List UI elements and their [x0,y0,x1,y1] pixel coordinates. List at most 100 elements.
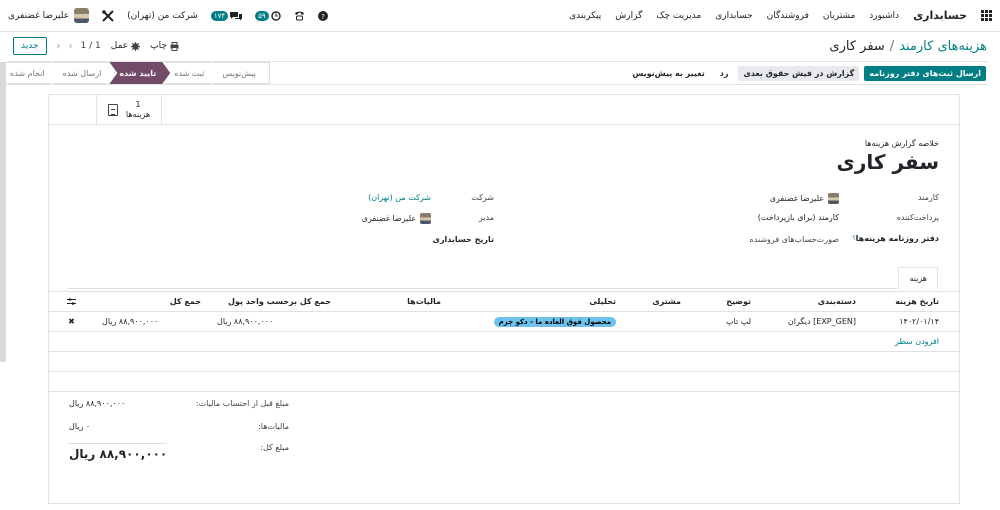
column-settings-icon[interactable] [49,291,94,312]
manager-name: علیرضا غضنفری [361,214,416,223]
grand-total-value: ۸۸,۹۰۰,۰۰۰ ریال [69,443,168,461]
cell-customer[interactable] [624,311,689,332]
menu-accounting[interactable]: حسابداری [715,11,752,21]
company-name: شرکت من (تهران) [368,193,431,202]
action-label: عمل [110,41,129,51]
company-value[interactable]: شرکت من (تهران) [368,193,431,202]
user-menu[interactable]: علیرضا غضنفری [8,8,90,23]
user-avatar [74,8,90,23]
manager-value[interactable]: علیرضا غضنفری [362,213,431,224]
activity-indicator[interactable]: ۵۹ [255,10,281,21]
col-analytic[interactable]: تحلیلی [449,291,624,312]
menu-configuration[interactable]: پیکربندی [569,11,601,21]
messaging-indicator[interactable]: ۱۷۴ [210,10,243,21]
expenses-stat: 1 هزینه‌ها [126,100,150,120]
col-description[interactable]: توضیح [689,291,759,312]
clock-icon [270,10,281,21]
stage-posted[interactable]: ارسال شده [53,62,116,84]
company-field: شرکت [471,193,494,202]
stage-draft[interactable]: پیش‌نویس [212,62,270,84]
col-date[interactable]: تاریخ هزینه [864,291,959,312]
control-panel: هزینه‌های کارمند / سفر کاری چاپ عمل 1 / … [0,32,1000,60]
employee-value[interactable]: علیرضا غضنفری [770,193,839,204]
payer-label: پرداخت‌کننده [896,213,939,222]
title-area: خلاصه گزارش هزینه‌ها سفر کاری [837,139,939,174]
pager-prev-icon[interactable]: ‹ [57,41,61,52]
expenses-label: هزینه‌ها [125,110,151,119]
cell-description[interactable]: لپ تاپ [689,311,759,332]
print-button[interactable]: چاپ [150,41,179,51]
cell-analytic[interactable]: محصول فوق العاده ما - دکو چرم [449,311,624,332]
phone-icon[interactable] [294,10,305,22]
stage-submitted[interactable]: ثبت شده [164,62,218,84]
systray: ? ۵۹ ۱۷۴ شرکت من (تهران) علیرضا غضنفری [8,8,328,23]
status-stages: پیش‌نویس ثبت شده تایید شده ارسال شده انج… [8,62,270,84]
reset-to-draft-button[interactable]: تغییر به پیش‌نویس [627,66,709,81]
untaxed-row: مبلغ قبل از احتساب مالیات: ۸۸,۹۰۰,۰۰۰ ری… [69,399,289,408]
table-header-row: تاریخ هزینه دسته‌بندی توضیح مشتری تحلیلی… [49,291,959,312]
taxes-row: مالیات‌ها: ۰ ریال [69,422,289,431]
col-taxes[interactable]: مالیات‌ها [339,291,449,312]
form-statusbar: ارسال ثبت‌های دفتر روزنامه گزارش در فیش … [8,61,988,85]
col-total-currency[interactable]: جمع کل برحسب واحد پول [209,291,339,312]
journal-field: دفتر روزنامه هزینه‌ها ؟ [852,234,939,243]
chat-icon [230,11,243,20]
action-button[interactable]: عمل [110,41,141,51]
menu-check-management[interactable]: مدیریت چک [656,11,701,21]
cell-total-currency[interactable]: ۸۸,۹۰۰,۰۰۰ ریال [209,311,339,332]
svg-text:?: ? [321,13,325,21]
company-switcher[interactable]: شرکت من (تهران) [127,11,198,21]
expenses-count: 1 [135,100,141,109]
manager-field: مدیر [479,213,494,222]
employee-field: کارمند [918,193,939,202]
payer-value[interactable]: کارمند (برای بازپرداخت) [758,213,839,222]
page-scrollbar[interactable] [0,62,6,362]
header-buttons: ارسال ثبت‌های دفتر روزنامه گزارش در فیش … [627,65,988,81]
app-brand[interactable]: حسابداری [913,9,967,22]
employee-name: علیرضا غضنفری [769,194,824,203]
col-customer[interactable]: مشتری [624,291,689,312]
gear-icon [131,41,141,51]
user-name: علیرضا غضنفری [8,10,70,21]
form-title[interactable]: سفر کاری [837,150,939,174]
accounting-date-field: تاریخ حسابداری [433,235,494,244]
menu-customers[interactable]: مشتریان [823,11,855,21]
table-row[interactable]: ۱۴۰۲/۰۱/۱۴ [EXP_GEN] دیگران لپ تاپ محصول… [49,311,959,332]
post-journal-entries-button[interactable]: ارسال ثبت‌های دفتر روزنامه [864,65,986,81]
refuse-button[interactable]: رد [715,66,734,81]
col-category[interactable]: دسته‌بندی [759,291,864,312]
pager-value[interactable]: 1 / 1 [81,41,101,51]
cell-taxes[interactable] [339,311,449,332]
tools-icon[interactable] [102,9,114,22]
expenses-smart-button[interactable]: 1 هزینه‌ها [96,95,162,125]
stage-done[interactable]: انجام شده [2,62,59,84]
add-line-link[interactable]: افزودن سطر [895,337,939,346]
report-in-payslip-button[interactable]: گزارش در فیش حقوق بعدی [738,65,860,81]
stage-approved[interactable]: تایید شده [109,62,170,84]
menu-reporting[interactable]: گزارش [615,11,642,21]
activity-badge: ۵۹ [255,10,269,21]
cell-category[interactable]: [EXP_GEN] دیگران [759,311,864,332]
cell-date[interactable]: ۱۴۰۲/۰۱/۱۴ [864,311,959,332]
menu-vendors[interactable]: فروشندگان [767,11,809,21]
tab-expense[interactable]: هزینه [898,267,938,289]
new-button[interactable]: جدید [13,37,47,55]
messages-badge: ۱۷۴ [210,10,229,21]
help-icon[interactable]: ? [317,10,328,21]
pager-next-icon[interactable]: › [69,41,73,52]
pager: 1 / 1 › ‹ [57,41,101,52]
top-navbar: حسابداری داشبورد مشتریان فروشندگان حسابد… [0,0,1000,32]
apps-grid-icon[interactable] [981,10,992,21]
cell-total[interactable]: ۸۸,۹۰۰,۰۰۰ ریال [94,311,209,332]
grand-total-row: مبلغ کل: ۸۸,۹۰۰,۰۰۰ ریال [69,443,289,461]
add-line-row: افزودن سطر [49,331,959,352]
breadcrumb-parent[interactable]: هزینه‌های کارمند [899,39,987,54]
empty-row [49,371,959,392]
control-actions: چاپ عمل 1 / 1 › ‹ جدید [13,37,179,55]
menu-dashboard[interactable]: داشبورد [869,11,899,21]
col-total[interactable]: جمع کل [94,291,209,312]
delete-row-icon[interactable]: ✖ [49,311,94,332]
journal-help-icon[interactable]: ؟ [852,235,855,242]
empty-row [49,351,959,372]
untaxed-value: ۸۸,۹۰۰,۰۰۰ ریال [69,399,126,408]
